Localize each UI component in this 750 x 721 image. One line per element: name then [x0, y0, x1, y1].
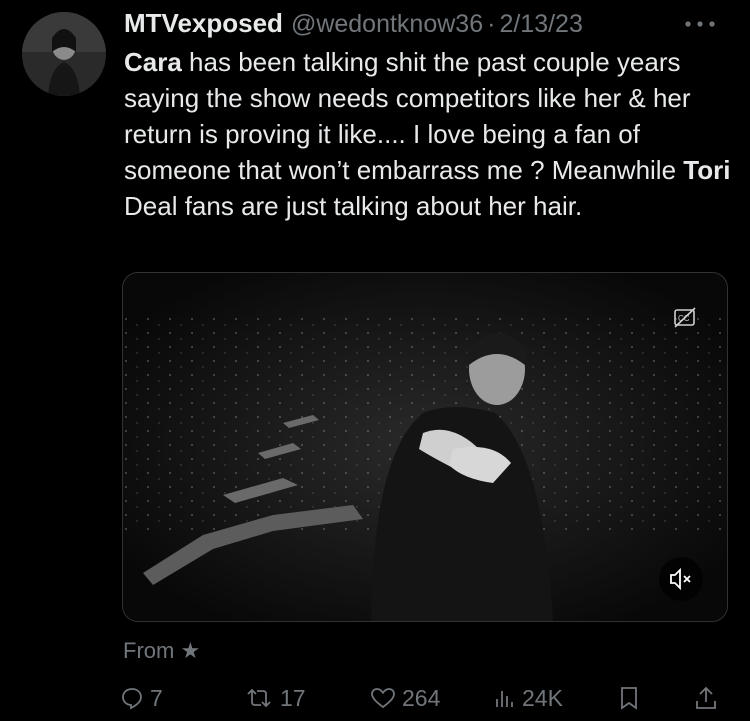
mention-tori: Tori — [683, 155, 731, 185]
tweet-date[interactable]: 2/13/23 — [499, 10, 582, 39]
video-player[interactable]: CC — [122, 272, 728, 622]
reply-button[interactable]: 7 — [120, 678, 163, 718]
mute-button[interactable] — [659, 557, 703, 601]
more-options-icon[interactable] — [680, 14, 720, 34]
mention-cara: Cara — [124, 47, 182, 77]
retweet-count: 17 — [280, 684, 306, 711]
display-name[interactable]: MTVexposed — [124, 8, 283, 39]
separator-dot: · — [487, 10, 496, 38]
user-handle[interactable]: @wedontknow36 — [291, 10, 483, 39]
bookmark-icon — [621, 687, 637, 710]
share-icon — [696, 686, 716, 709]
retweet-button[interactable]: 17 — [244, 678, 306, 718]
video-frame — [123, 273, 727, 621]
tweet-text-part: Deal fans are just talking about her hai… — [124, 191, 583, 221]
speaker-muted-icon — [670, 567, 691, 591]
bookmark-button[interactable] — [618, 678, 640, 718]
action-bar: 7 17 264 24K — [118, 678, 728, 718]
tweet-text: Cara has been talking shit the past coup… — [124, 44, 734, 224]
views-button[interactable]: 24K — [494, 678, 563, 718]
view-count: 24K — [522, 684, 563, 711]
tweet-header: MTVexposed @wedontknow36 · 2/13/23 — [124, 8, 724, 42]
reply-count: 7 — [150, 684, 163, 711]
tweet-text-part: has been talking shit the past couple ye… — [124, 47, 691, 185]
avatar[interactable] — [22, 12, 106, 96]
like-count: 264 — [402, 684, 441, 711]
from-label[interactable]: From ★ — [123, 638, 200, 664]
views-icon — [496, 691, 513, 707]
like-button[interactable]: 264 — [370, 678, 440, 718]
reply-icon — [122, 688, 142, 710]
closed-captions-icon[interactable]: CC — [673, 307, 697, 329]
share-button[interactable] — [694, 678, 718, 718]
retweet-icon — [247, 688, 271, 708]
like-icon — [371, 688, 395, 709]
